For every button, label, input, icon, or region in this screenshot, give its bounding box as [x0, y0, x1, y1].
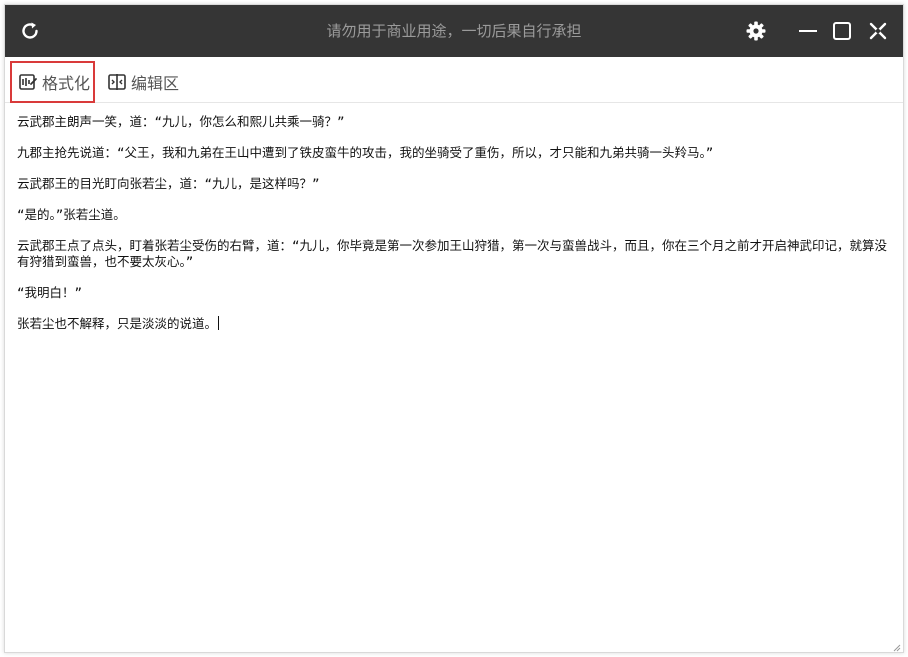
paragraph: “是的。”张若尘道。 [17, 207, 126, 222]
title-bar: 请勿用于商业用途，一切后果自行承担 [5, 5, 903, 57]
minimize-icon [798, 21, 818, 41]
paragraph-text: 张若尘也不解释，只是淡淡的说道。 [17, 316, 218, 331]
paragraph: 云武郡王的目光盯向张若尘，道：“九儿，是这样吗？” [17, 176, 320, 191]
edit-area-icon [107, 72, 127, 92]
refresh-button[interactable] [17, 5, 43, 57]
paragraph-last: 张若尘也不解释，只是淡淡的说道。 [17, 316, 891, 332]
gear-icon [745, 20, 767, 42]
resize-grip-icon[interactable] [891, 640, 901, 652]
format-icon [18, 72, 38, 92]
paragraph: 九郡主抢先说道：“父王，我和九弟在王山中遭到了铁皮蛮牛的攻击，我的坐骑受了重伤，… [17, 145, 714, 160]
paragraph: 云武郡王点了点头，盯着张若尘受伤的右臂，道：“九儿，你毕竟是第一次参加王山狩猎，… [17, 238, 888, 269]
settings-button[interactable] [743, 5, 769, 57]
text-caret [218, 316, 220, 330]
minimize-button[interactable] [795, 5, 821, 57]
paragraph: 云武郡主朗声一笑，道：“九儿，你怎么和熙儿共乘一骑？” [17, 114, 345, 129]
paragraph: “我明白！” [17, 285, 83, 300]
close-button[interactable] [865, 5, 891, 57]
tab-format-label: 格式化 [42, 74, 91, 93]
tab-edit-area[interactable]: 编辑区 [107, 61, 179, 103]
refresh-icon [19, 20, 41, 42]
tab-format[interactable]: 格式化 [10, 61, 95, 103]
tab-edit-area-label: 编辑区 [131, 74, 180, 93]
toolbar: 格式化 编辑区 [5, 57, 903, 103]
app-window: 请勿用于商业用途，一切后果自行承担 格式化 编辑区 云武郡主朗声一笑，道：“九儿… [4, 4, 904, 653]
close-icon [868, 21, 888, 41]
maximize-button[interactable] [829, 5, 855, 57]
maximize-icon [832, 21, 852, 41]
text-editor[interactable]: 云武郡主朗声一笑，道：“九儿，你怎么和熙儿共乘一骑？” 九郡主抢先说道：“父王，… [5, 104, 903, 652]
